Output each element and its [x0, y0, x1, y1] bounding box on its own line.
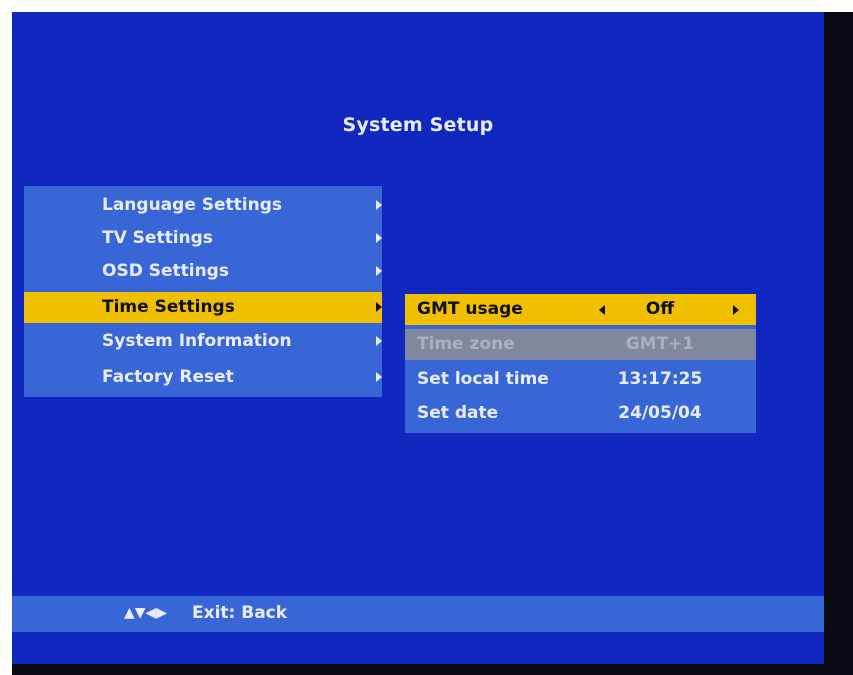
set-date-value: 24/05/04 [618, 403, 702, 423]
screen-border-bottom [12, 664, 853, 675]
chevron-right-icon [376, 233, 382, 243]
chevron-right-icon [376, 266, 382, 276]
time-zone-label: Time zone [417, 334, 515, 354]
menu-item-system-information[interactable]: System Information [24, 326, 382, 357]
page-title: System Setup [342, 114, 494, 136]
chevron-right-icon [376, 200, 382, 210]
menu-item-label: Factory Reset [102, 367, 234, 387]
set-local-time-row[interactable]: Set local time 13:17:25 [405, 364, 756, 395]
menu-item-label: OSD Settings [102, 261, 229, 281]
navigation-arrows-icon: ▲▼◀▶ [124, 605, 168, 621]
chevron-right-icon [376, 336, 382, 346]
menu-item-label: Time Settings [102, 297, 235, 317]
set-local-time-label: Set local time [417, 369, 549, 389]
time-zone-value: GMT+1 [625, 334, 695, 354]
gmt-usage-row[interactable]: GMT usage Off [405, 294, 756, 325]
gmt-usage-label: GMT usage [417, 299, 523, 319]
menu-item-language-settings[interactable]: Language Settings [24, 190, 382, 221]
set-date-row[interactable]: Set date 24/05/04 [405, 398, 756, 429]
screen-border-right [824, 12, 853, 675]
chevron-right-icon [376, 302, 382, 312]
menu-item-osd-settings[interactable]: OSD Settings [24, 256, 382, 287]
gmt-usage-value: Off [645, 299, 675, 319]
time-settings-submenu: GMT usage Off Time zone GMT+1 Set local … [405, 294, 756, 433]
set-date-label: Set date [417, 403, 499, 423]
setup-menu: Language Settings TV Settings OSD Settin… [24, 186, 382, 397]
set-local-time-value: 13:17:25 [617, 369, 703, 389]
menu-item-label: System Information [102, 331, 292, 351]
menu-item-time-settings[interactable]: Time Settings [24, 292, 382, 323]
arrow-right-icon[interactable] [733, 305, 739, 315]
menu-item-label: Language Settings [102, 195, 283, 215]
tv-frame: System Setup Language Settings TV Settin… [0, 0, 853, 675]
menu-item-label: TV Settings [102, 228, 213, 248]
menu-item-tv-settings[interactable]: TV Settings [24, 223, 382, 254]
menu-item-factory-reset[interactable]: Factory Reset [24, 362, 382, 393]
time-zone-row: Time zone GMT+1 [405, 329, 756, 360]
footer-hint: Exit: Back [192, 603, 288, 623]
footer-bar: ▲▼◀▶ Exit: Back [12, 596, 824, 632]
chevron-right-icon [376, 372, 382, 382]
